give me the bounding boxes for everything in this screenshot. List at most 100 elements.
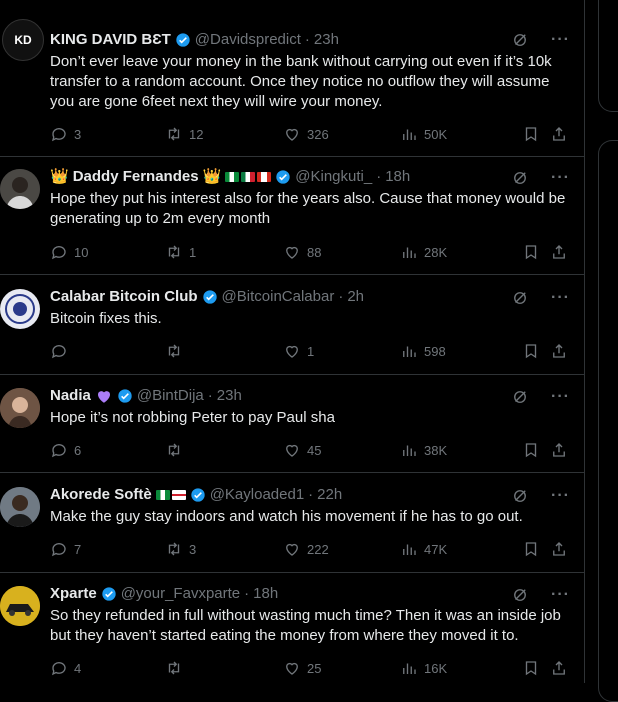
views-count: 47K [424,541,448,557]
repost-button[interactable]: 1 [165,243,196,261]
timestamp[interactable]: 23h [314,30,339,50]
heart-icon [286,543,298,556]
more-options-icon[interactable]: ··· [551,389,570,405]
avatar[interactable] [0,388,40,428]
more-options-icon[interactable]: ··· [551,488,570,504]
share-icon [553,661,565,675]
display-name[interactable]: Calabar Bitcoin Club [50,287,198,307]
tweet-text: Make the guy stay indoors and watch his … [50,508,523,525]
reply-button[interactable]: 6 [50,441,81,459]
more-options-icon[interactable]: ··· [551,170,570,186]
sidebar-card [598,140,618,702]
grok-icon[interactable] [511,169,529,187]
like-button[interactable]: 222 [283,540,329,558]
timestamp[interactable]: 2h [347,287,364,307]
views-button[interactable]: 16K [400,659,447,677]
views-button[interactable]: 38K [400,441,447,459]
like-button[interactable]: 1 [283,342,314,360]
avatar[interactable] [0,586,40,626]
avatar[interactable] [0,487,40,527]
grok-icon[interactable] [511,487,529,505]
share-button[interactable] [550,342,568,360]
bookmark-button[interactable] [522,243,540,261]
handle[interactable]: @your_Favxparte [121,584,240,604]
timestamp[interactable]: 23h [217,386,242,406]
handle[interactable]: @Kingkuti_ [295,167,372,187]
reply-icon [51,345,66,359]
share-button[interactable] [550,243,568,261]
bookmark-button[interactable] [522,125,540,143]
repost-icon [168,443,180,457]
tweet[interactable]: Calabar Bitcoin Club @BitcoinCalabar · 2… [0,275,584,375]
avatar[interactable]: KD [2,19,44,61]
views-button[interactable]: 47K [400,540,447,558]
more-options-icon[interactable]: ··· [551,587,570,603]
tweet[interactable]: KD KING DAVID BƐT @Davidspredict · 23h D… [0,0,584,157]
tweet[interactable]: Akorede Softè @Kayloaded1 · 22h Make the… [0,473,584,573]
avatar-person-icon [0,487,40,527]
like-button[interactable]: 326 [283,125,329,143]
repost-button[interactable] [165,441,189,459]
avatar[interactable] [0,289,40,329]
bookmark-button[interactable] [522,659,540,677]
grok-icon[interactable] [511,31,529,49]
handle[interactable]: @Kayloaded1 [210,485,304,505]
reply-button[interactable]: 7 [50,540,81,558]
reply-icon [51,543,66,557]
share-button[interactable] [550,659,568,677]
bookmark-button[interactable] [522,540,540,558]
bookmark-button[interactable] [522,342,540,360]
views-button[interactable]: 50K [400,125,447,143]
repost-button[interactable]: 12 [165,125,203,143]
timestamp[interactable]: 18h [385,167,410,187]
share-icon [553,344,565,358]
views-icon [403,544,416,555]
more-options-icon[interactable]: ··· [551,32,570,48]
timestamp[interactable]: 22h [317,485,342,505]
share-button[interactable] [550,125,568,143]
heart-icon [286,444,298,457]
share-icon [553,127,565,141]
display-name[interactable]: Nadia [50,386,91,406]
grok-icon[interactable] [511,289,529,307]
display-name[interactable]: Daddy Fernandes [73,167,199,187]
tweet[interactable]: Nadia @BintDija · 23h Hope it’s not robb… [0,374,584,473]
heart-icon [286,345,298,358]
handle[interactable]: @BitcoinCalabar [222,287,335,307]
repost-button[interactable]: 3 [165,540,196,558]
grok-icon[interactable] [511,586,529,604]
display-name[interactable]: Xparte [50,584,97,604]
reply-button[interactable]: 4 [50,659,81,677]
display-name[interactable]: Akorede Softè [50,485,152,505]
views-button[interactable]: 598 [400,342,446,360]
repost-button[interactable] [165,342,189,360]
verified-badge-icon [102,587,116,601]
avatar[interactable] [0,169,40,209]
tweet[interactable]: Xparte @your_Favxparte · 18h So they ref… [0,572,584,683]
like-button[interactable]: 88 [283,243,321,261]
more-options-icon[interactable]: ··· [551,290,570,306]
tweet[interactable]: 👑 Daddy Fernandes 👑 @Kingkuti_ · 18h Hop… [0,155,584,275]
share-button[interactable] [550,540,568,558]
views-button[interactable]: 28K [400,243,447,261]
display-name[interactable]: KING DAVID BƐT [50,30,171,50]
views-count: 28K [424,244,448,260]
handle[interactable]: @Davidspredict [195,30,301,50]
bookmark-button[interactable] [522,441,540,459]
like-count: 326 [307,126,329,142]
timestamp[interactable]: 18h [253,584,278,604]
reply-button[interactable]: 10 [50,243,88,261]
flag-emojis [155,490,186,500]
reply-button[interactable]: 3 [50,125,81,143]
like-button[interactable]: 25 [283,659,321,677]
grok-icon[interactable] [511,388,529,406]
repost-button[interactable] [165,659,189,677]
reply-count: 4 [74,660,82,676]
like-button[interactable]: 45 [283,441,321,459]
sidebar-card [598,0,618,112]
share-button[interactable] [550,441,568,459]
repost-icon [168,344,180,358]
handle[interactable]: @BintDija [137,386,204,406]
separator: · [376,168,382,185]
reply-button[interactable] [50,342,74,360]
